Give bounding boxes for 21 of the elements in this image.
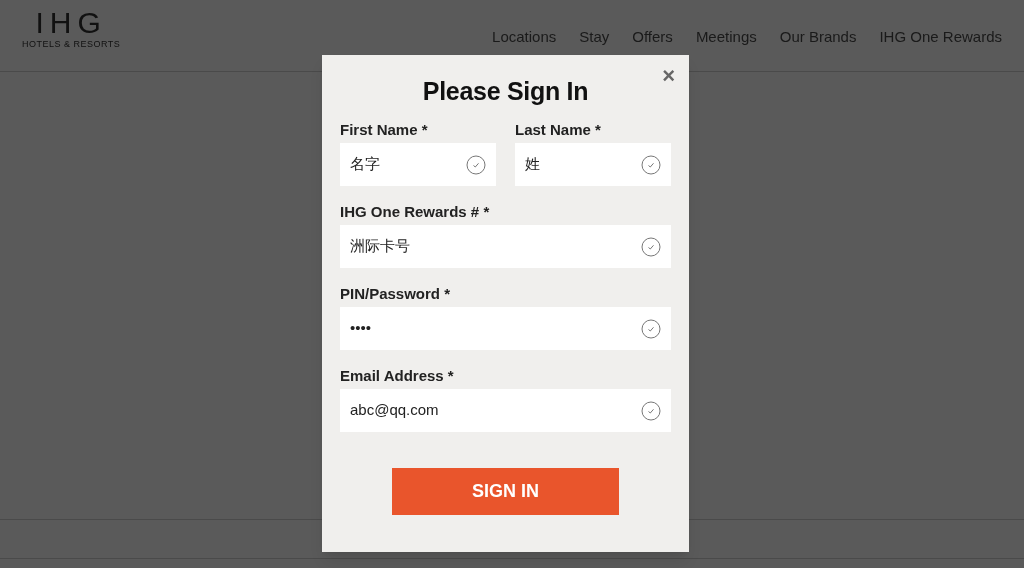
field-label: PIN/Password * xyxy=(340,285,452,303)
input-field[interactable]: •••• xyxy=(340,307,671,350)
input-field[interactable]: 洲际卡号 xyxy=(340,225,671,268)
input-field[interactable]: 姓 xyxy=(515,143,671,186)
nav-link[interactable]: Stay xyxy=(579,26,610,49)
nav-link[interactable]: Meetings xyxy=(695,26,757,49)
input-field[interactable]: abc@qq.com xyxy=(340,389,671,432)
logo-wordmark: IHG xyxy=(35,8,107,38)
field-label: Email Address * xyxy=(340,367,455,385)
nav-link[interactable]: IHG One Rewards xyxy=(879,26,1002,49)
field-label: IHG One Rewards # * xyxy=(340,203,491,221)
field-label: Last Name * xyxy=(515,121,602,139)
sign-in-button[interactable]: SIGN IN xyxy=(392,468,619,515)
logo-tagline: HOTELS & RESORTS xyxy=(22,38,121,50)
nav-link[interactable]: Locations xyxy=(492,26,557,49)
input-field[interactable]: 名字 xyxy=(340,143,496,186)
nav-link[interactable]: Our Brands xyxy=(779,26,857,49)
close-button[interactable]: × xyxy=(662,65,675,87)
dialog-title: Please Sign In xyxy=(421,76,590,107)
field-label: First Name * xyxy=(340,121,429,139)
nav-link[interactable]: Offers xyxy=(632,26,673,49)
